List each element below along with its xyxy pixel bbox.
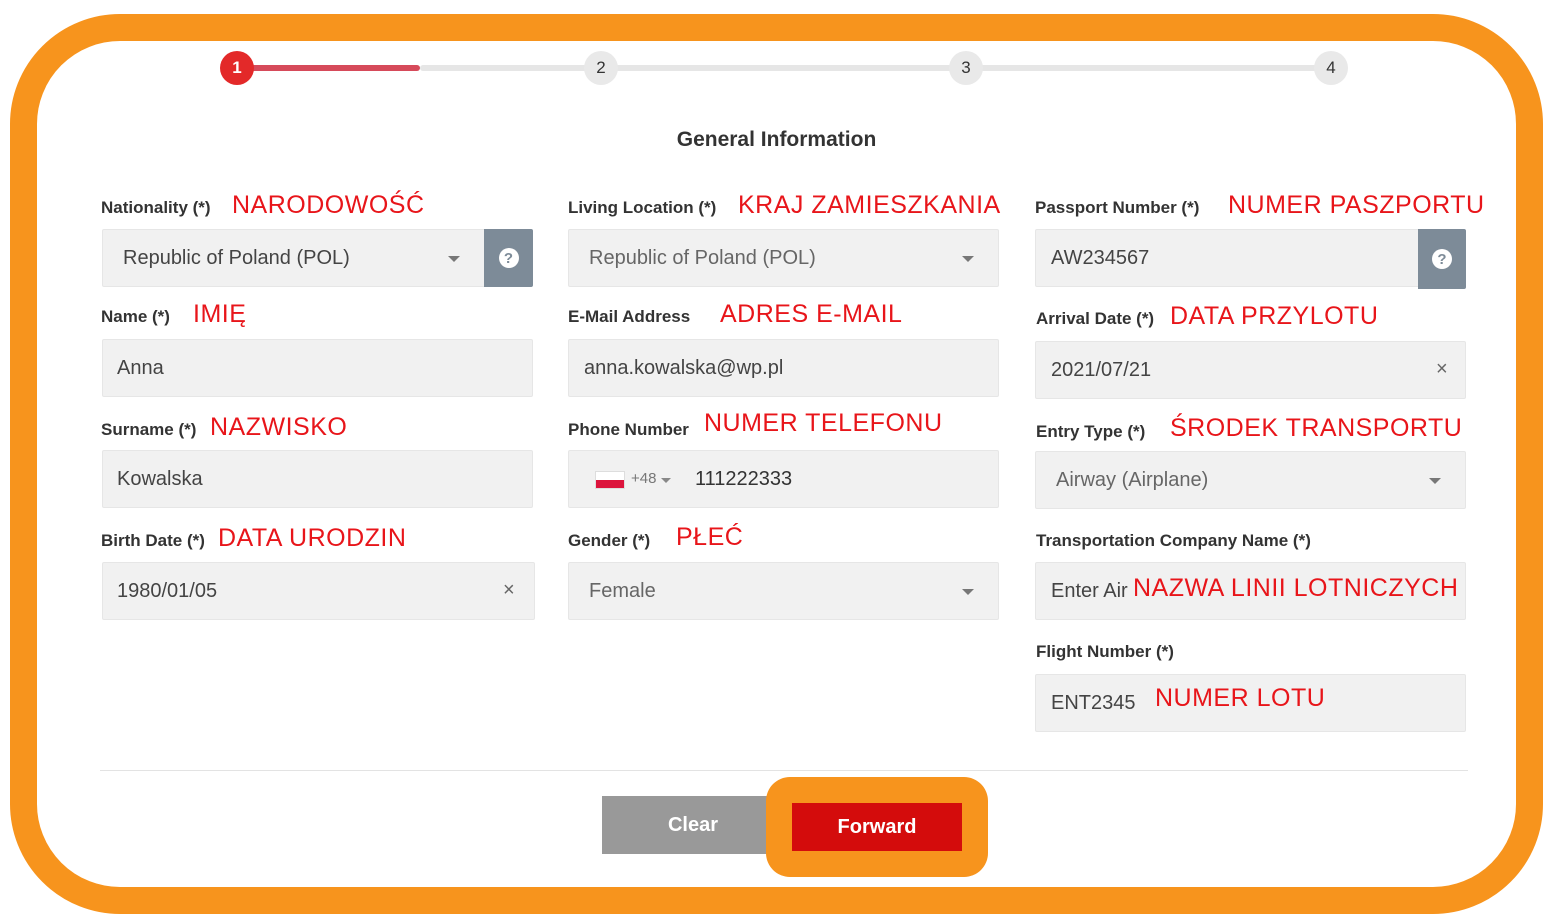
arrival-date-label: Arrival Date (*) [1036,309,1155,328]
chevron-down-icon [448,256,460,262]
living-location-select[interactable]: Republic of Poland (POL) [568,229,999,287]
country-code[interactable]: +48 [631,451,656,507]
passport-help-button[interactable]: ? [1418,229,1466,289]
name-value: Anna [117,357,164,379]
entry-type-value: Airway (Airplane) [1056,469,1209,491]
gender-value: Female [589,580,656,602]
nationality-label: Nationality (*) [101,198,211,217]
entry-type-select[interactable]: Airway (Airplane) [1035,451,1466,509]
step-4[interactable]: 4 [1314,51,1348,85]
email-label: E-Mail Address [568,307,691,326]
arrival-date-value: 2021/07/21 [1051,359,1152,381]
clear-button[interactable]: Clear [602,796,784,854]
phone-value: 111222333 [695,468,793,490]
flight-number-value: ENT2345 [1051,692,1136,714]
birth-date-input[interactable]: 1980/01/05 × [102,562,535,620]
nationality-annotation: NARODOWOŚĆ [232,191,425,219]
nationality-help-button[interactable]: ? [484,229,533,287]
birth-date-annotation: DATA URODZIN [218,524,407,552]
gender-label: Gender (*) [568,531,651,550]
transport-company-annotation: NAZWA LINII LOTNICZYCH [1133,574,1459,602]
stepper-track [420,65,1330,71]
entry-type-label: Entry Type (*) [1036,422,1146,441]
nationality-select[interactable]: Republic of Poland (POL) [102,229,486,287]
step-1[interactable]: 1 [220,51,254,85]
stepper-track-completed [240,65,420,71]
name-input[interactable]: Anna [102,339,533,397]
chevron-down-icon [962,589,974,595]
phone-label: Phone Number [568,420,689,439]
progress-stepper: 1 2 3 4 [0,0,1553,100]
step-2[interactable]: 2 [584,51,618,85]
surname-annotation: NAZWISKO [210,413,348,441]
surname-input[interactable]: Kowalska [102,450,533,508]
phone-input[interactable]: +48 111222333 [568,450,999,508]
flight-number-label: Flight Number (*) [1036,642,1174,661]
birth-date-label: Birth Date (*) [101,531,205,550]
email-annotation: ADRES E-MAIL [720,300,903,328]
living-location-label: Living Location (*) [568,198,717,217]
flight-number-annotation: NUMER LOTU [1155,684,1326,712]
arrival-date-annotation: DATA PRZYLOTU [1170,302,1379,330]
passport-number-annotation: NUMER PASZPORTU [1228,191,1485,219]
clear-date-icon[interactable]: × [503,579,515,602]
surname-label: Surname (*) [101,420,197,439]
divider [100,770,1468,771]
chevron-down-icon [1429,478,1441,484]
gender-annotation: PŁEĆ [676,523,744,551]
chevron-down-icon [661,478,671,483]
arrival-date-input[interactable]: 2021/07/21 × [1035,341,1466,399]
email-input[interactable]: anna.kowalska@wp.pl [568,339,999,397]
living-location-value: Republic of Poland (POL) [589,247,816,269]
section-title: General Information [676,128,877,151]
birth-date-value: 1980/01/05 [117,580,218,602]
chevron-down-icon [962,256,974,262]
email-value: anna.kowalska@wp.pl [584,357,784,379]
transport-company-value: Enter Air [1051,580,1128,602]
passport-number-value: AW234567 [1051,247,1150,269]
forward-button[interactable]: Forward [792,803,962,851]
poland-flag-icon[interactable] [595,471,625,489]
gender-select[interactable]: Female [568,562,999,620]
nationality-value: Republic of Poland (POL) [123,247,350,269]
step-3[interactable]: 3 [949,51,983,85]
name-label: Name (*) [101,307,170,326]
passport-number-label: Passport Number (*) [1035,198,1200,217]
entry-type-annotation: ŚRODEK TRANSPORTU [1170,414,1463,442]
transport-company-label: Transportation Company Name (*) [1036,531,1311,550]
clear-date-icon[interactable]: × [1436,358,1448,381]
passport-number-input[interactable]: AW234567 [1035,229,1420,287]
name-annotation: IMIĘ [193,300,247,328]
surname-value: Kowalska [117,468,203,490]
help-icon: ? [498,248,519,268]
living-location-annotation: KRAJ ZAMIESZKANIA [738,191,1001,219]
help-icon: ? [1432,249,1452,269]
phone-annotation: NUMER TELEFONU [704,409,943,437]
